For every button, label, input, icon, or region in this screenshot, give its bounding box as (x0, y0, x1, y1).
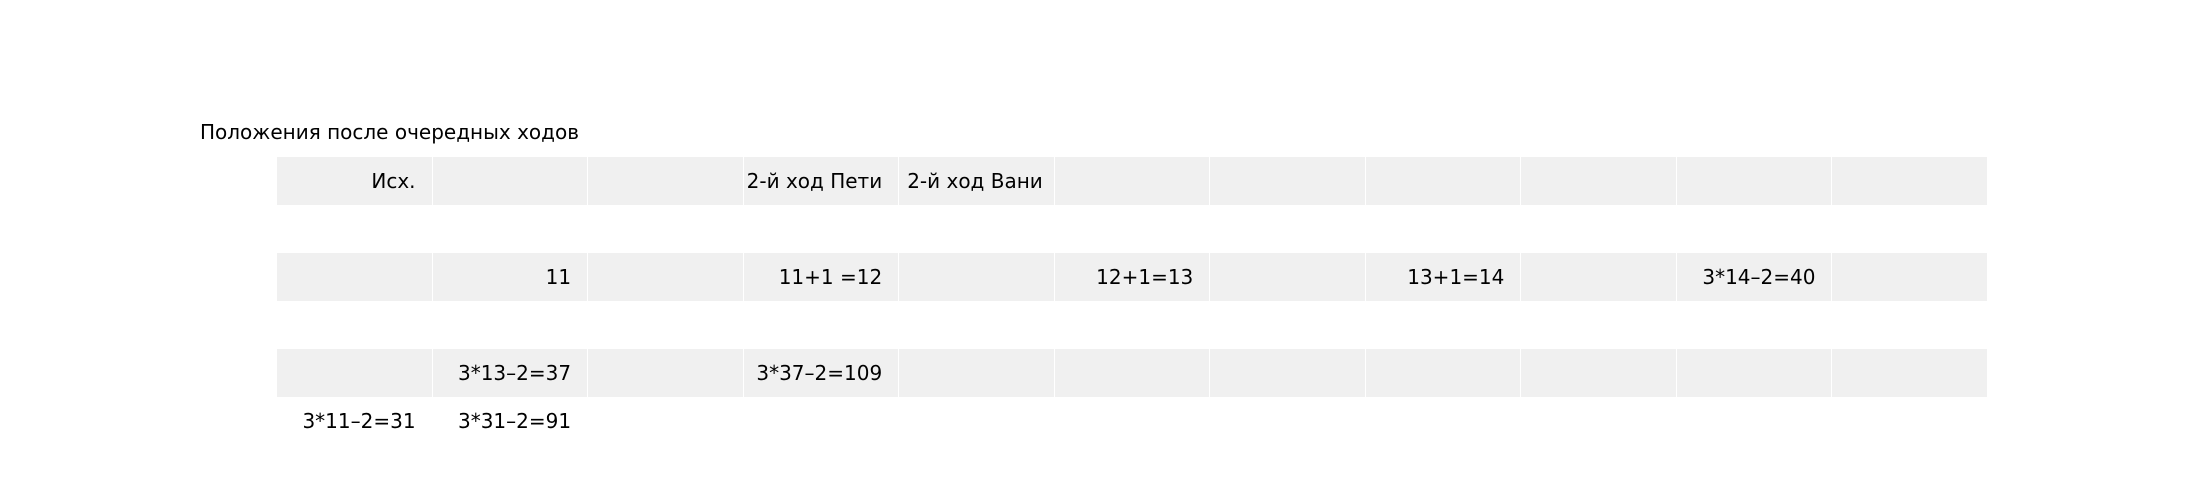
table-cell (899, 397, 1054, 445)
table-cell (588, 253, 743, 301)
table-cell: Исх. (277, 157, 432, 205)
table-cell (588, 301, 743, 349)
table-cell: 3*11–2=31 (302, 409, 416, 433)
table-cell (1055, 205, 1210, 253)
table-cell (1677, 205, 1832, 253)
table-row: 3*13–2=37 3*37–2=109 (277, 349, 1988, 397)
table-cell (1054, 349, 1210, 397)
table-cell (1054, 157, 1210, 205)
table-cell: 11 (432, 253, 588, 301)
table-cell (899, 349, 1054, 397)
table-cell: 3*31–2=91 (457, 409, 572, 433)
table-cell (432, 157, 588, 205)
table-cell: 3*13–2=37 (432, 349, 588, 397)
table-cell (588, 205, 743, 253)
table-cell (1365, 157, 1521, 205)
table-cell (899, 301, 1054, 349)
table-cell: 2-й ход Вани (899, 157, 1054, 205)
table-cell (1677, 301, 1832, 349)
table-cell (1521, 157, 1676, 205)
table-cell: 3*14–2=40 (1676, 253, 1832, 301)
table-cell (1832, 301, 1987, 349)
table-cell (1521, 349, 1676, 397)
table-cell (1521, 397, 1676, 445)
table-cell (744, 301, 899, 349)
table-cell (1210, 397, 1365, 445)
table-cell (1832, 397, 1987, 445)
table-cell (1366, 205, 1521, 253)
table-cell (277, 253, 432, 301)
table-cell (588, 349, 743, 397)
table-cell (1677, 397, 1832, 445)
table-cell (899, 205, 1054, 253)
table-cell (744, 205, 899, 253)
table-row: 3*11–2=31 3*31–2=91 (277, 397, 1988, 445)
table-cell: 13+1=14 (1365, 253, 1521, 301)
table-row: 11 11+1 =12 12+1=13 13+1=14 3*14–2=40 (277, 253, 1988, 301)
table-cell (1366, 397, 1521, 445)
table-row (277, 205, 1988, 253)
table-row (277, 301, 1988, 349)
table-row: Исх. 2-й ход Пети 2-й ход Вани (277, 157, 1988, 205)
table-cell (1676, 157, 1832, 205)
table-cell (1055, 397, 1210, 445)
table-cell (1832, 349, 1988, 397)
table-cell (1210, 157, 1365, 205)
table-cell (433, 301, 588, 349)
table-cell (1055, 301, 1210, 349)
table-cell (1676, 349, 1832, 397)
moves-table: Исх. 2-й ход Пети 2-й ход Вани 11 11+1 =… (277, 157, 1988, 445)
table-cell (588, 397, 743, 445)
table-cell (277, 349, 432, 397)
table-cell (1365, 349, 1521, 397)
table-cell (744, 397, 899, 445)
table-cell (1210, 349, 1365, 397)
table-cell: 11+1 =12 (743, 253, 899, 301)
table-cell (1521, 253, 1676, 301)
table-cell (588, 157, 743, 205)
table-cell: 2-й ход Пети (743, 157, 899, 205)
table-cell (277, 301, 432, 349)
table-cell (433, 205, 588, 253)
table-cell (899, 253, 1054, 301)
table-cell (1210, 205, 1365, 253)
table-cell (1366, 301, 1521, 349)
table-cell (1521, 301, 1676, 349)
table-cell (1210, 301, 1365, 349)
table-caption: Положения после очередных ходов (200, 120, 580, 144)
table-cell (1832, 205, 1987, 253)
table-cell (1832, 253, 1988, 301)
table-cell (277, 205, 432, 253)
table-cell: 3*37–2=109 (743, 349, 899, 397)
table-cell (1210, 253, 1365, 301)
table-cell (1521, 205, 1676, 253)
table-cell: 12+1=13 (1054, 253, 1210, 301)
table-cell (1832, 157, 1987, 205)
